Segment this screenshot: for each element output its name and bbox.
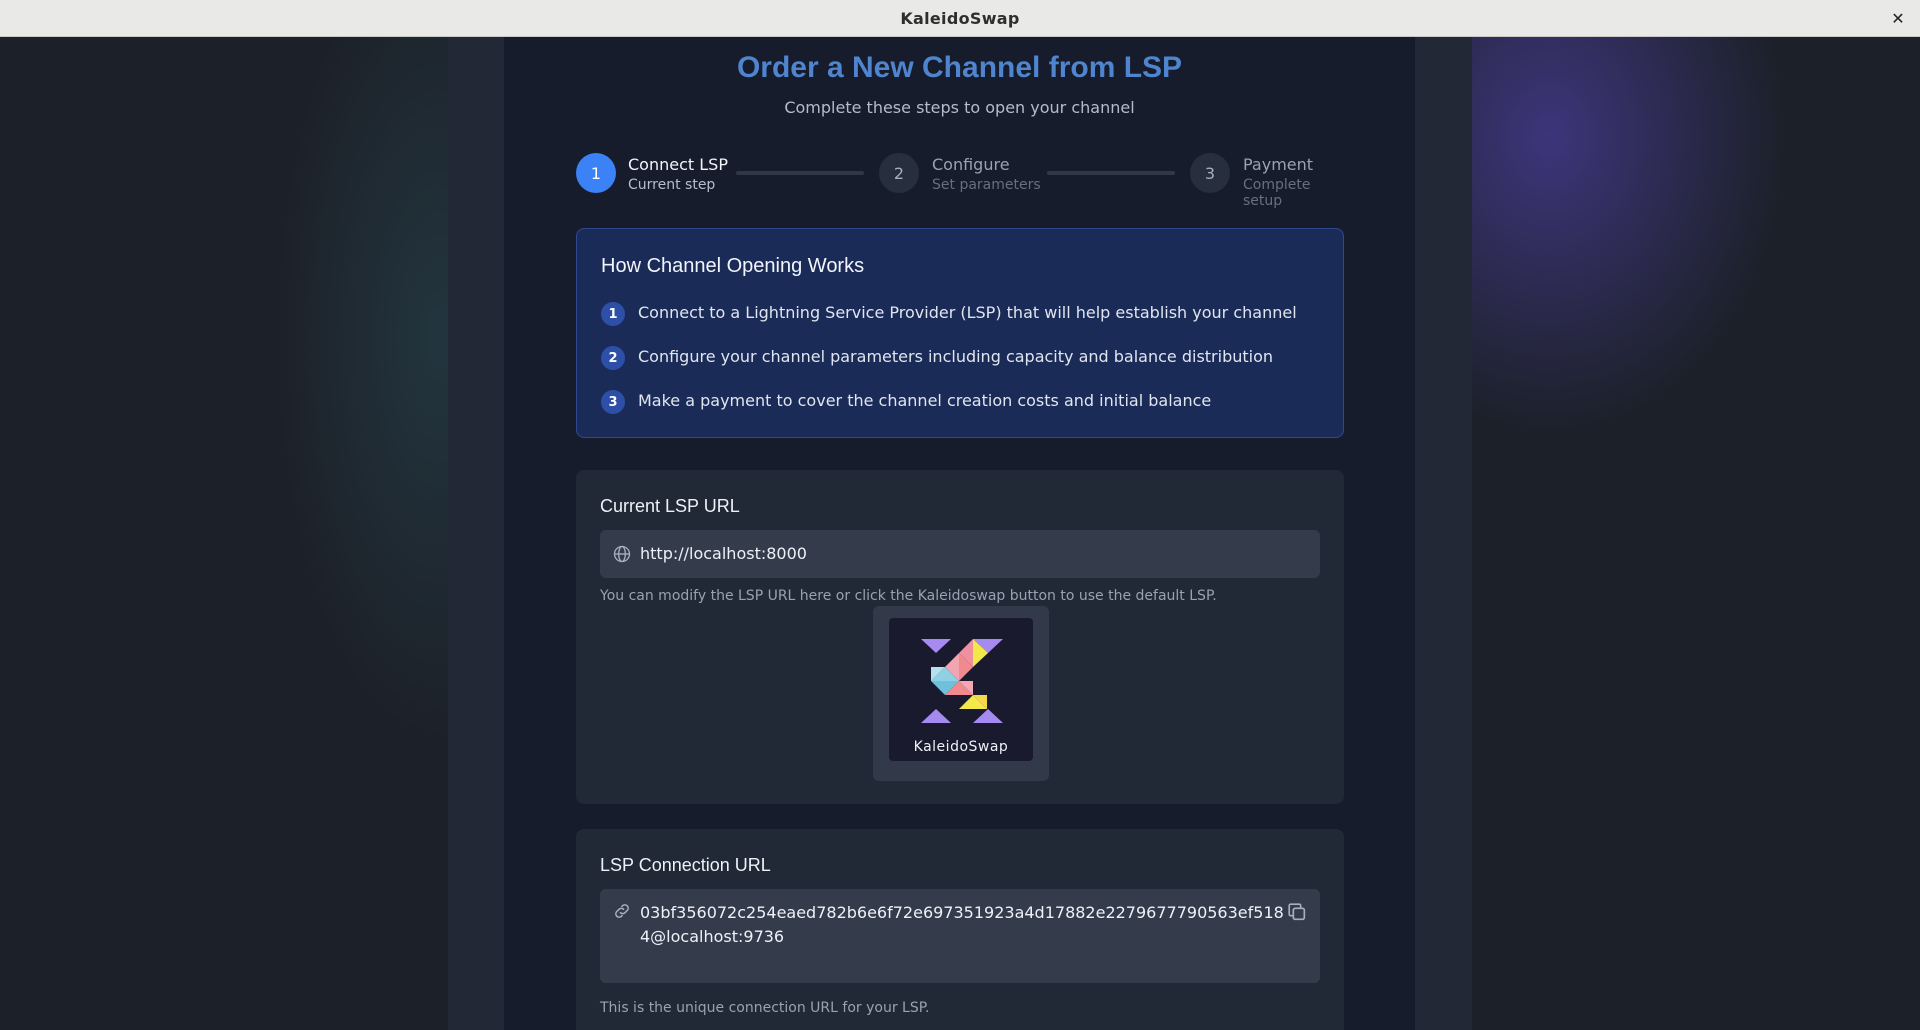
step-3-circle: 3	[1190, 153, 1230, 193]
lsp-connection-url-title: LSP Connection URL	[600, 855, 771, 875]
info-item-number: 3	[601, 390, 625, 414]
info-item: 2 Configure your channel parameters incl…	[601, 343, 1274, 370]
kaleidoswap-button-label: KaleidoSwap	[913, 739, 1009, 755]
page-subtitle: Complete these steps to open your channe…	[784, 98, 1135, 117]
info-item-text: Connect to a Lightning Service Provider …	[638, 302, 1297, 322]
how-it-works-box: How Channel Opening Works 1 Connect to a…	[576, 228, 1344, 438]
step-1-label: Connect LSP	[628, 155, 728, 174]
window-titlebar: KaleidoSwap ✕	[0, 0, 1920, 37]
step-2-sub: Set parameters	[932, 177, 1041, 193]
step-2-circle: 2	[879, 153, 919, 193]
page-title: Order a New Channel from LSP	[736, 51, 1183, 84]
close-icon[interactable]: ✕	[1886, 6, 1910, 30]
left-side-band	[448, 37, 504, 1030]
main-panel: Order a New Channel from LSP Complete th…	[504, 37, 1415, 1030]
globe-icon	[613, 545, 631, 563]
how-it-works-title: How Channel Opening Works	[601, 255, 865, 277]
info-item: 3 Make a payment to cover the channel cr…	[601, 387, 1212, 414]
lsp-connection-url-card: LSP Connection URL 03bf356072c254eaed782…	[576, 829, 1344, 1030]
step-3-sub: Complete setup	[1243, 177, 1311, 209]
step-3-label: Payment	[1243, 155, 1314, 174]
info-item-text: Make a payment to cover the channel crea…	[638, 390, 1212, 410]
lsp-url-hint: You can modify the LSP URL here or click…	[600, 588, 1217, 604]
step-2-label: Configure	[932, 155, 1010, 174]
lsp-url-input[interactable]: http://localhost:8000	[600, 530, 1320, 578]
lsp-url-value: http://localhost:8000	[640, 544, 807, 563]
info-item-text: Configure your channel parameters includ…	[638, 346, 1274, 366]
stepper: 1 Connect LSP Current step 2 Configure S…	[576, 153, 1344, 209]
kaleidoswap-button-face: KaleidoSwap	[889, 618, 1033, 761]
step-connector-1	[736, 171, 864, 175]
right-side-band	[1415, 37, 1472, 1030]
window-title: KaleidoSwap	[900, 8, 1020, 28]
kaleidoswap-logo-icon	[921, 639, 1003, 723]
kaleidoswap-default-button[interactable]: KaleidoSwap	[873, 606, 1049, 781]
current-lsp-url-title: Current LSP URL	[600, 496, 740, 516]
copy-icon[interactable]	[1286, 901, 1308, 923]
info-item-number: 2	[601, 346, 625, 370]
info-item-number: 1	[601, 302, 625, 326]
step-connector-2	[1047, 171, 1175, 175]
link-icon	[615, 904, 629, 918]
info-item: 1 Connect to a Lightning Service Provide…	[601, 299, 1297, 326]
connection-url-line-2: 4@localhost:9736	[640, 927, 785, 946]
connection-url-hint: This is the unique connection URL for yo…	[600, 1000, 930, 1016]
app-background: Order a New Channel from LSP Complete th…	[0, 37, 1920, 1030]
current-lsp-url-card: Current LSP URL http://localhost:8000 Yo…	[576, 470, 1344, 804]
lsp-connection-url-field[interactable]: 03bf356072c254eaed782b6e6f72e697351923a4…	[600, 889, 1320, 983]
step-1-sub: Current step	[628, 177, 716, 193]
step-1-circle: 1	[576, 153, 616, 193]
connection-url-line-1: 03bf356072c254eaed782b6e6f72e697351923a4…	[640, 903, 1284, 922]
